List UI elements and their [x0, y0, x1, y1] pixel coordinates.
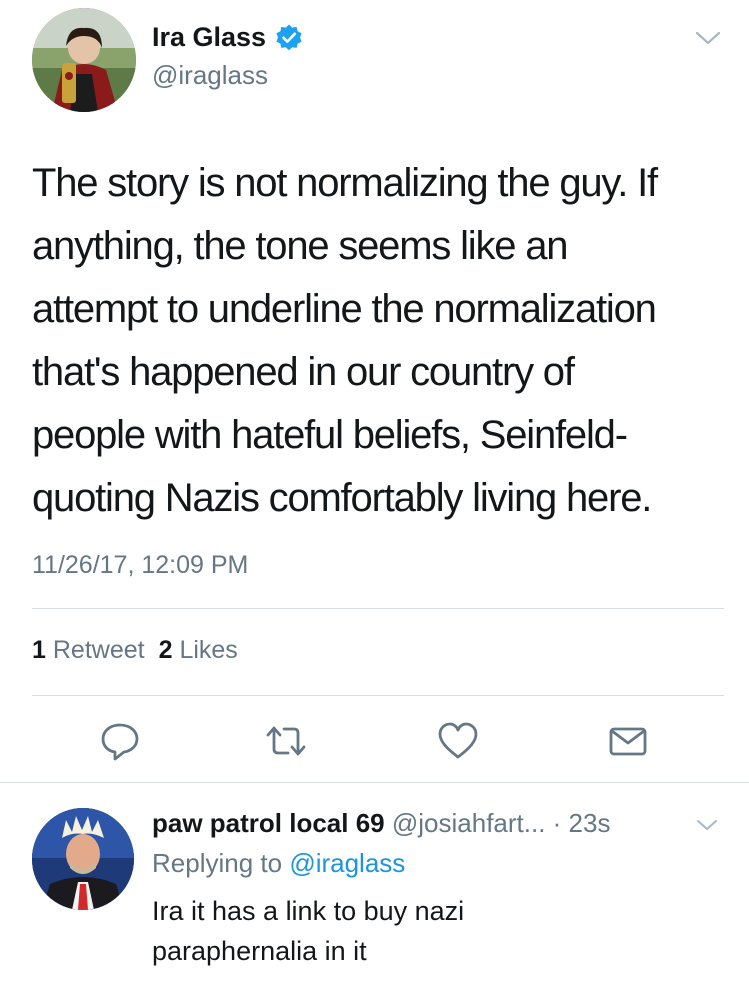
likes-stat[interactable]: 2 Likes	[159, 636, 238, 664]
reply-button[interactable]	[98, 719, 142, 763]
retweets-count: 1	[32, 636, 46, 664]
reply-text-line: Ira it has a link to buy nazi	[152, 896, 465, 926]
likes-count: 2	[158, 636, 173, 664]
tweet-text-line: quoting Nazis comfortably living here.	[32, 476, 652, 520]
author-handle[interactable]: @iraglass	[152, 60, 268, 91]
reply-text-line: paraphernalia in it	[152, 936, 367, 966]
message-button[interactable]	[606, 719, 650, 763]
retweet-button[interactable]	[264, 719, 308, 763]
likes-label: Likes	[179, 636, 238, 664]
divider	[32, 695, 724, 696]
replying-to-mention[interactable]: @iraglass	[289, 848, 405, 878]
message-icon	[609, 727, 647, 756]
tweet-text-line: people with hateful beliefs, Seinfeld-	[32, 413, 628, 457]
reply-text: Ira it has a link to buy nazi parapherna…	[152, 891, 712, 971]
tweet-text: The story is not normalizing the guy. If…	[32, 152, 722, 530]
tweet-timestamp: 11/26/17, 12:09 PM	[32, 551, 249, 579]
reply-avatar[interactable]	[32, 808, 134, 910]
reply-handle[interactable]: @josiahfart...	[392, 808, 546, 838]
divider	[0, 782, 749, 783]
reply-icon	[101, 723, 139, 761]
reply-avatar-image	[32, 808, 134, 910]
verified-badge-icon	[274, 23, 304, 53]
author-display-name[interactable]: Ira Glass	[152, 22, 266, 53]
tweet-text-line: attempt to underline the normalization	[32, 287, 657, 331]
author-avatar-image	[32, 8, 136, 112]
replying-to: Replying to @iraglass	[152, 848, 405, 879]
retweet-icon	[266, 726, 306, 756]
tweet-text-line: The story is not normalizing the guy. If	[32, 161, 658, 205]
retweets-stat[interactable]: 1 Retweet	[32, 636, 145, 664]
like-icon	[438, 722, 478, 759]
retweets-label: Retweet	[52, 636, 145, 664]
chevron-down-icon[interactable]	[694, 26, 722, 50]
replying-to-label: Replying to	[152, 848, 283, 878]
author-avatar[interactable]	[32, 8, 136, 112]
chevron-down-icon[interactable]	[695, 815, 719, 835]
reply-time: · 23s	[552, 808, 611, 838]
reply-header[interactable]: paw patrol local 69 @josiahfart... · 23s	[152, 808, 610, 839]
divider	[32, 608, 724, 609]
tweet-text-line: that's happened in our country of	[32, 350, 575, 394]
like-button[interactable]	[436, 719, 480, 763]
tweet-text-line: anything, the tone seems like an	[32, 224, 568, 268]
reply-display-name[interactable]: paw patrol local 69	[152, 808, 385, 838]
tweet-stats: 1 Retweet 2 Likes	[32, 636, 238, 665]
author-name[interactable]: Ira Glass	[152, 22, 304, 53]
